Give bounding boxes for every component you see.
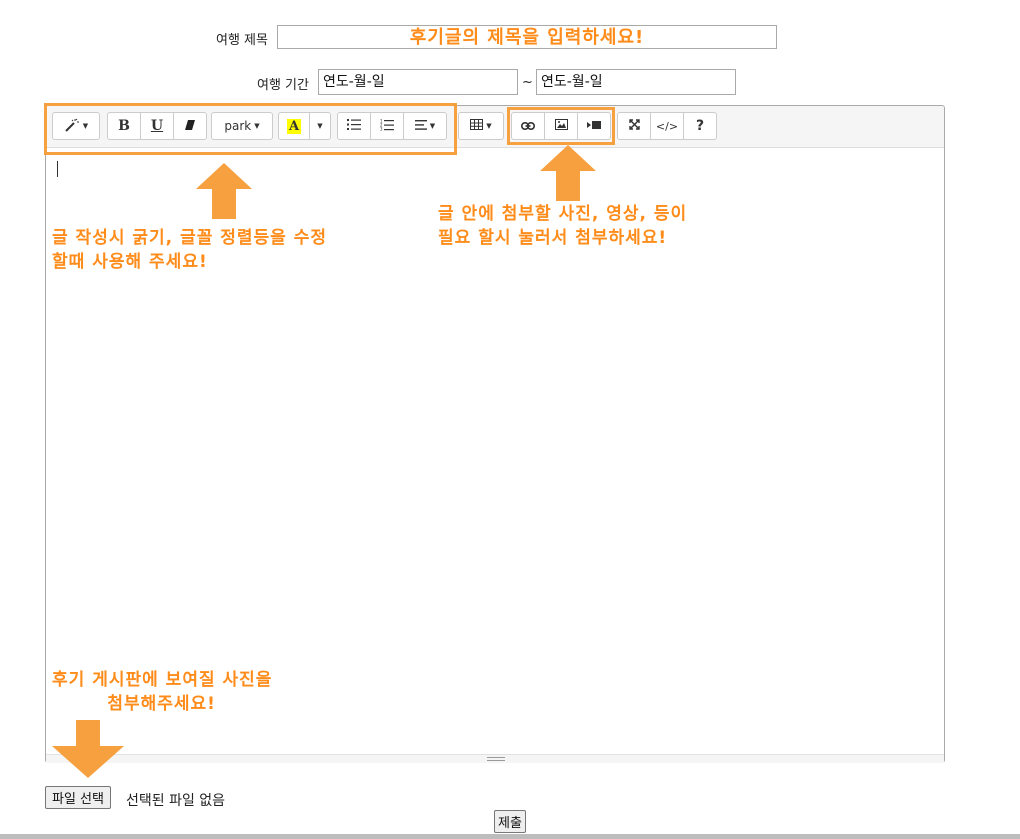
text-cursor bbox=[57, 161, 58, 177]
codeview-button[interactable]: </> bbox=[650, 112, 684, 140]
media-up-arrow-icon bbox=[540, 145, 596, 201]
view-group: </> ? bbox=[617, 112, 717, 140]
resize-handle-icon[interactable] bbox=[487, 757, 505, 761]
end-date-input[interactable] bbox=[536, 69, 736, 95]
choose-file-button[interactable]: 파일 선택 bbox=[45, 786, 111, 809]
editor-resize-bar[interactable] bbox=[46, 754, 944, 763]
toolbar-annotation: 글 작성시 굵기, 글꼴 정렬등을 수정 할때 사용해 주세요! bbox=[52, 228, 328, 272]
help-button[interactable]: ? bbox=[683, 112, 717, 140]
submit-button[interactable]: 제출 bbox=[494, 810, 526, 833]
fullscreen-button[interactable] bbox=[617, 112, 651, 140]
media-highlight-box bbox=[507, 107, 615, 145]
title-input[interactable] bbox=[277, 25, 777, 49]
table-icon bbox=[470, 119, 484, 133]
title-label: 여행 제목 bbox=[216, 33, 268, 48]
period-separator: ~ bbox=[522, 75, 533, 90]
toolbar-up-arrow-icon bbox=[196, 163, 252, 219]
table-button[interactable]: ▼ bbox=[458, 112, 504, 140]
file-down-arrow-icon bbox=[52, 720, 124, 778]
fullscreen-icon bbox=[628, 119, 640, 133]
codeview-label: </> bbox=[655, 119, 679, 133]
page-bottom-bar bbox=[0, 834, 1020, 839]
thumbnail-annotation: 후기 게시판에 보여질 사진을 첨부해주세요! bbox=[52, 670, 273, 714]
toolbar-highlight-box bbox=[44, 103, 457, 155]
help-label: ? bbox=[695, 118, 705, 134]
file-status-text: 선택된 파일 없음 bbox=[126, 793, 226, 809]
submit-label: 제출 bbox=[498, 816, 522, 831]
period-label: 여행 기간 bbox=[257, 78, 309, 93]
start-date-input[interactable] bbox=[318, 69, 518, 95]
table-group: ▼ bbox=[458, 112, 504, 140]
choose-file-label: 파일 선택 bbox=[52, 792, 104, 807]
media-annotation: 글 안에 첨부할 사진, 영상, 등이 필요 할시 눌러서 첨부하세요! bbox=[438, 204, 688, 248]
